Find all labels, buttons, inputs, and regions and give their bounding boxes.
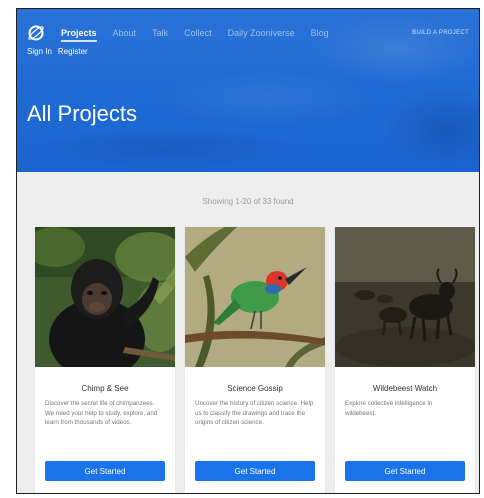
nav-daily-zooniverse[interactable]: Daily Zooniverse — [228, 28, 295, 38]
browser-viewport: Projects About Talk Collect Daily Zooniv… — [16, 8, 480, 494]
sign-in-link[interactable]: Sign In — [27, 47, 52, 56]
zooniverse-logo-icon[interactable] — [27, 24, 45, 42]
results-count: Showing 1-20 of 33 found — [202, 197, 294, 206]
auth-links: Sign In Register — [27, 47, 94, 56]
chimpanzee-photo[interactable] — [35, 227, 175, 367]
card-title: Chimp & See — [81, 384, 129, 393]
register-link[interactable]: Register — [58, 47, 88, 56]
card-title: Wildebeest Watch — [372, 384, 438, 393]
nav-talk[interactable]: Talk — [152, 28, 168, 38]
nav-collect[interactable]: Collect — [184, 28, 212, 38]
top-navigation: Projects About Talk Collect Daily Zooniv… — [27, 23, 469, 43]
nav-about[interactable]: About — [113, 28, 137, 38]
get-started-button-wildebeest-watch[interactable]: Get Started — [345, 461, 465, 481]
card-description: Discover the secret life of chimpanzees.… — [45, 400, 158, 426]
project-card-science-gossip[interactable]: Science Gossip Uncover the history of ci… — [185, 227, 325, 493]
build-a-project-link[interactable]: BUILD A PROJECT — [412, 30, 469, 36]
wildebeest-photo[interactable] — [335, 227, 475, 367]
project-card-list: Chimp & See Discover the secret life of … — [35, 227, 479, 493]
nav-projects[interactable]: Projects — [61, 28, 97, 42]
get-started-button-science-gossip[interactable]: Get Started — [195, 461, 315, 481]
hero-header: Projects About Talk Collect Daily Zooniv… — [17, 9, 479, 172]
card-title: Science Gossip — [227, 384, 283, 393]
get-started-button-chimp-and-see[interactable]: Get Started — [45, 461, 165, 481]
nav-blog[interactable]: Blog — [311, 28, 329, 38]
project-card-wildebeest-watch[interactable]: Wildebeest Watch Explore collective inte… — [335, 227, 475, 493]
page-title: All Projects — [27, 101, 138, 126]
bird-illustration[interactable] — [185, 227, 325, 367]
card-description: Explore collective intelligence in wilde… — [345, 400, 433, 417]
card-description: Uncover the history of citizen science. … — [195, 400, 314, 426]
project-card-chimp-and-see[interactable]: Chimp & See Discover the secret life of … — [35, 227, 175, 493]
